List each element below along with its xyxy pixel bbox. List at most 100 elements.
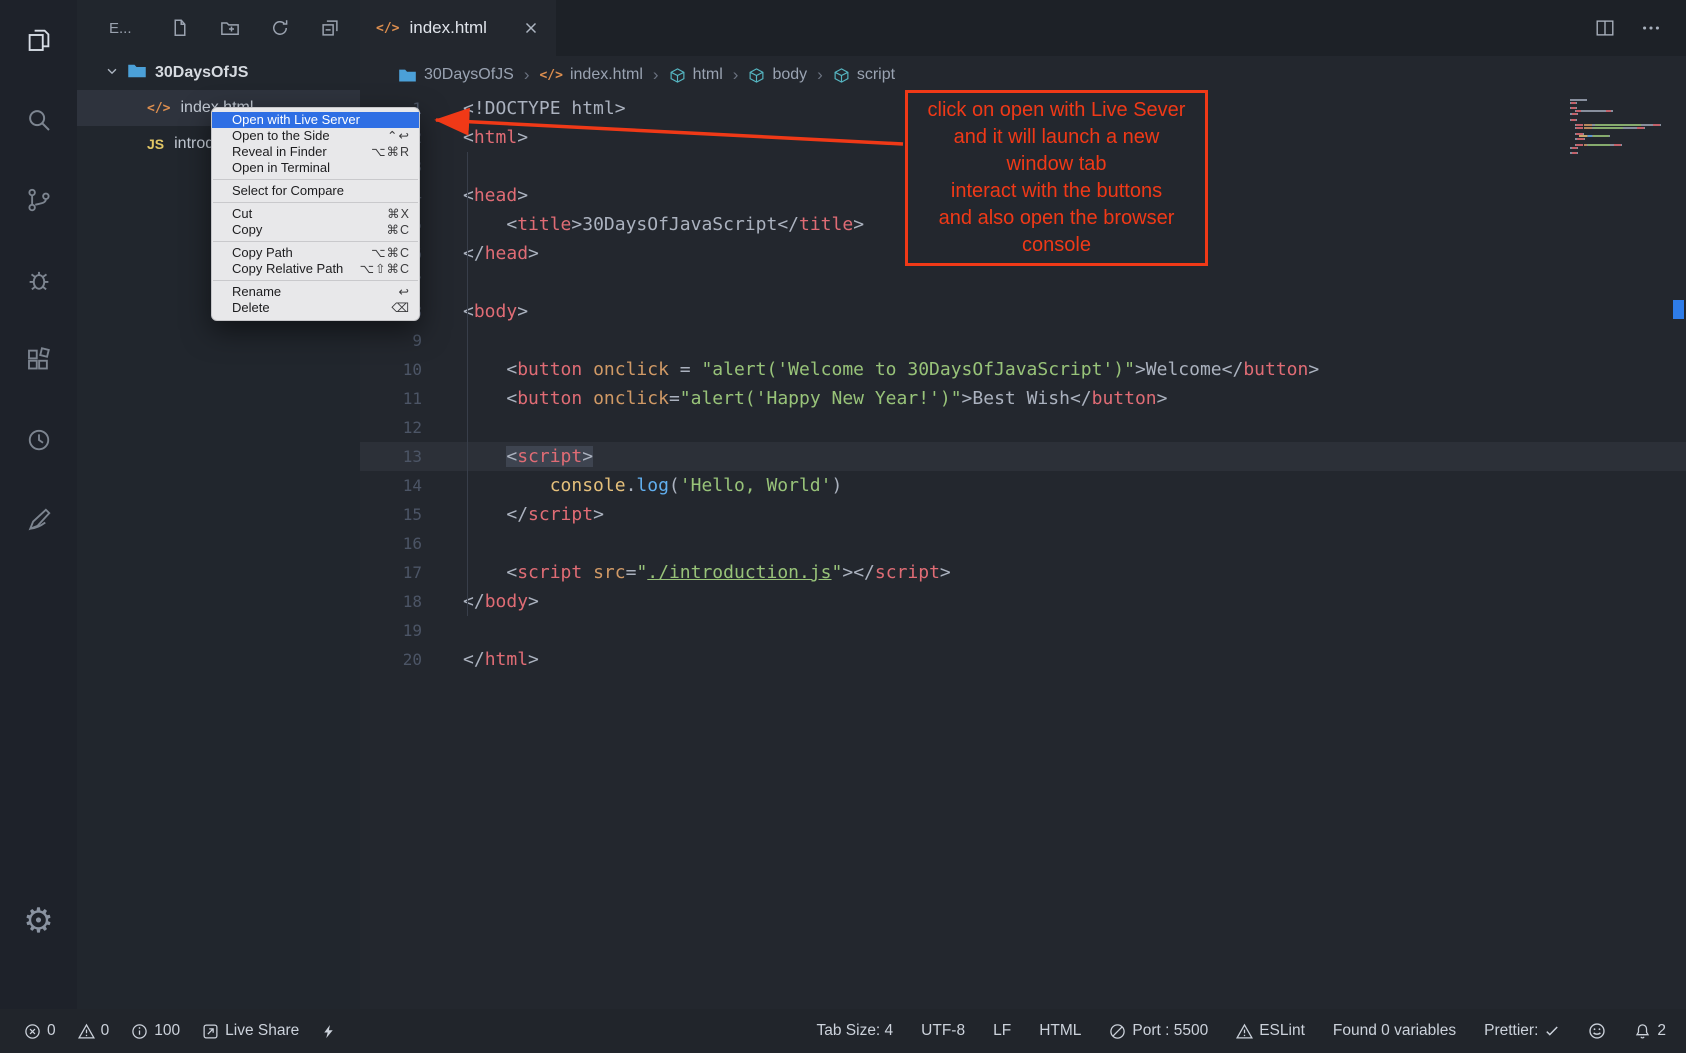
check-icon bbox=[1544, 1023, 1560, 1039]
breadcrumb-item-body[interactable]: body bbox=[748, 66, 807, 84]
code-line-text bbox=[422, 616, 463, 645]
code-line: 12 bbox=[360, 413, 1686, 442]
menu-item-open-in-terminal[interactable]: Open in Terminal bbox=[212, 160, 419, 176]
chevron-right-icon: › bbox=[652, 65, 660, 85]
status-item-smiley-icon[interactable] bbox=[1588, 1022, 1606, 1040]
line-number: 19 bbox=[360, 616, 422, 645]
port-icon bbox=[1109, 1023, 1126, 1040]
code-line: 16 bbox=[360, 529, 1686, 558]
code-line-text bbox=[422, 413, 463, 442]
explorer-header: E... bbox=[77, 0, 360, 56]
editor-actions bbox=[1594, 0, 1686, 56]
menu-item-copy-path[interactable]: Copy Path⌥⌘C bbox=[212, 245, 419, 261]
menu-separator bbox=[213, 179, 418, 180]
menu-item-cut[interactable]: Cut⌘X bbox=[212, 206, 419, 222]
refresh-icon[interactable] bbox=[270, 18, 290, 38]
code-line: 19 bbox=[360, 616, 1686, 645]
code-line-text: <!DOCTYPE html> bbox=[422, 94, 626, 123]
symbol-cube-icon bbox=[748, 67, 765, 84]
history-icon[interactable] bbox=[17, 418, 61, 462]
menu-separator bbox=[213, 280, 418, 281]
warning-icon bbox=[1236, 1023, 1253, 1040]
breadcrumb-item-html[interactable]: html bbox=[669, 66, 723, 84]
close-icon[interactable] bbox=[522, 19, 540, 37]
folder-row-30daysofjs[interactable]: 30DaysOfJS bbox=[77, 56, 360, 90]
menu-item-select-for-compare[interactable]: Select for Compare bbox=[212, 183, 419, 199]
code-line: 9 bbox=[360, 326, 1686, 355]
status-item-eslint[interactable]: ESLint bbox=[1236, 1022, 1305, 1040]
breadcrumb-item-script[interactable]: script bbox=[833, 66, 895, 84]
status-bar: 0 0 100 Live Share Tab Size: 4 UTF-8 LF HTML Po… bbox=[0, 1009, 1686, 1053]
extensions-icon[interactable] bbox=[17, 338, 61, 382]
status-item-lf[interactable]: LF bbox=[993, 1022, 1011, 1040]
collapse-all-icon[interactable] bbox=[320, 18, 340, 38]
code-line-text: <script src="./introduction.js"></script… bbox=[422, 558, 951, 587]
bolt-icon bbox=[321, 1023, 336, 1040]
line-number: 15 bbox=[360, 500, 422, 529]
context-menu: Open with Live ServerOpen to the Side⌃↩R… bbox=[211, 107, 420, 321]
tab-label: index.html bbox=[409, 18, 486, 38]
code-line: 8<body> bbox=[360, 297, 1686, 326]
vscode-window: ⚙ E... 30DaysOfJS </> index.html JS intr… bbox=[0, 0, 1686, 1053]
breadcrumb-item-30daysofjs[interactable]: 30DaysOfJS bbox=[398, 66, 514, 85]
code-line: 18</body> bbox=[360, 587, 1686, 616]
warning-icon bbox=[78, 1023, 95, 1040]
code-line-text: <title>30DaysOfJavaScript</title> bbox=[422, 210, 864, 239]
new-folder-icon[interactable] bbox=[220, 18, 240, 38]
menu-item-copy[interactable]: Copy⌘C bbox=[212, 222, 419, 238]
code-line: 13 <script> bbox=[360, 442, 1686, 471]
search-icon[interactable] bbox=[17, 98, 61, 142]
code-line-text: <body> bbox=[422, 297, 528, 326]
line-number: 18 bbox=[360, 587, 422, 616]
explorer-icon[interactable] bbox=[17, 18, 61, 62]
line-number: 10 bbox=[360, 355, 422, 384]
status-item-0[interactable]: 0 bbox=[78, 1022, 110, 1040]
status-item-bolt-icon[interactable] bbox=[321, 1023, 336, 1040]
explorer-header-label: E... bbox=[109, 20, 132, 37]
status-item-port-5500[interactable]: Port : 5500 bbox=[1109, 1022, 1208, 1040]
chevron-right-icon: › bbox=[523, 65, 531, 85]
code-line-text bbox=[422, 529, 463, 558]
menu-item-delete[interactable]: Delete⌫ bbox=[212, 300, 419, 316]
chevron-right-icon: › bbox=[816, 65, 824, 85]
menu-item-rename[interactable]: Rename↩ bbox=[212, 284, 419, 300]
code-line-text bbox=[422, 268, 463, 297]
status-item-100[interactable]: 100 bbox=[131, 1022, 180, 1040]
annotation-box: click on open with Live Severand it will… bbox=[905, 90, 1208, 266]
code-line: 14 console.log('Hello, World') bbox=[360, 471, 1686, 500]
chevron-right-icon: › bbox=[732, 65, 740, 85]
status-item-2[interactable]: 2 bbox=[1634, 1022, 1666, 1040]
menu-item-reveal-in-finder[interactable]: Reveal in Finder⌥⌘R bbox=[212, 144, 419, 160]
html-code-icon: </> bbox=[539, 66, 562, 84]
code-line: 7 bbox=[360, 268, 1686, 297]
pen-icon[interactable] bbox=[17, 498, 61, 542]
menu-item-open-with-live-server[interactable]: Open with Live Server bbox=[212, 112, 419, 128]
status-item-found-0-variables[interactable]: Found 0 variables bbox=[1333, 1022, 1456, 1040]
line-number: 20 bbox=[360, 645, 422, 674]
line-number: 12 bbox=[360, 413, 422, 442]
error-icon bbox=[24, 1023, 41, 1040]
settings-gear-icon[interactable]: ⚙ bbox=[17, 899, 61, 943]
breadcrumb-item-index-html[interactable]: </>index.html bbox=[539, 66, 642, 84]
menu-item-open-to-the-side[interactable]: Open to the Side⌃↩ bbox=[212, 128, 419, 144]
split-editor-icon[interactable] bbox=[1594, 17, 1616, 39]
minimap[interactable] bbox=[1570, 99, 1670, 155]
live-share-icon bbox=[202, 1023, 219, 1040]
status-item-prettier[interactable]: Prettier: bbox=[1484, 1022, 1560, 1040]
source-control-icon[interactable] bbox=[17, 178, 61, 222]
code-line-text bbox=[422, 152, 463, 181]
menu-item-copy-relative-path[interactable]: Copy Relative Path⌥⇧⌘C bbox=[212, 261, 419, 277]
more-actions-icon[interactable] bbox=[1640, 17, 1662, 39]
status-item-0[interactable]: 0 bbox=[24, 1022, 56, 1040]
status-item-html[interactable]: HTML bbox=[1039, 1022, 1081, 1040]
line-number: 9 bbox=[360, 326, 422, 355]
symbol-cube-icon bbox=[833, 67, 850, 84]
line-number: 11 bbox=[360, 384, 422, 413]
new-file-icon[interactable] bbox=[170, 18, 190, 38]
code-line: 17 <script src="./introduction.js"></scr… bbox=[360, 558, 1686, 587]
debug-icon[interactable] bbox=[17, 258, 61, 302]
status-item-tab-size-4[interactable]: Tab Size: 4 bbox=[816, 1022, 893, 1040]
tab-index-html[interactable]: </> index.html bbox=[360, 0, 556, 56]
status-item-live-share[interactable]: Live Share bbox=[202, 1022, 299, 1040]
status-item-utf-8[interactable]: UTF-8 bbox=[921, 1022, 965, 1040]
